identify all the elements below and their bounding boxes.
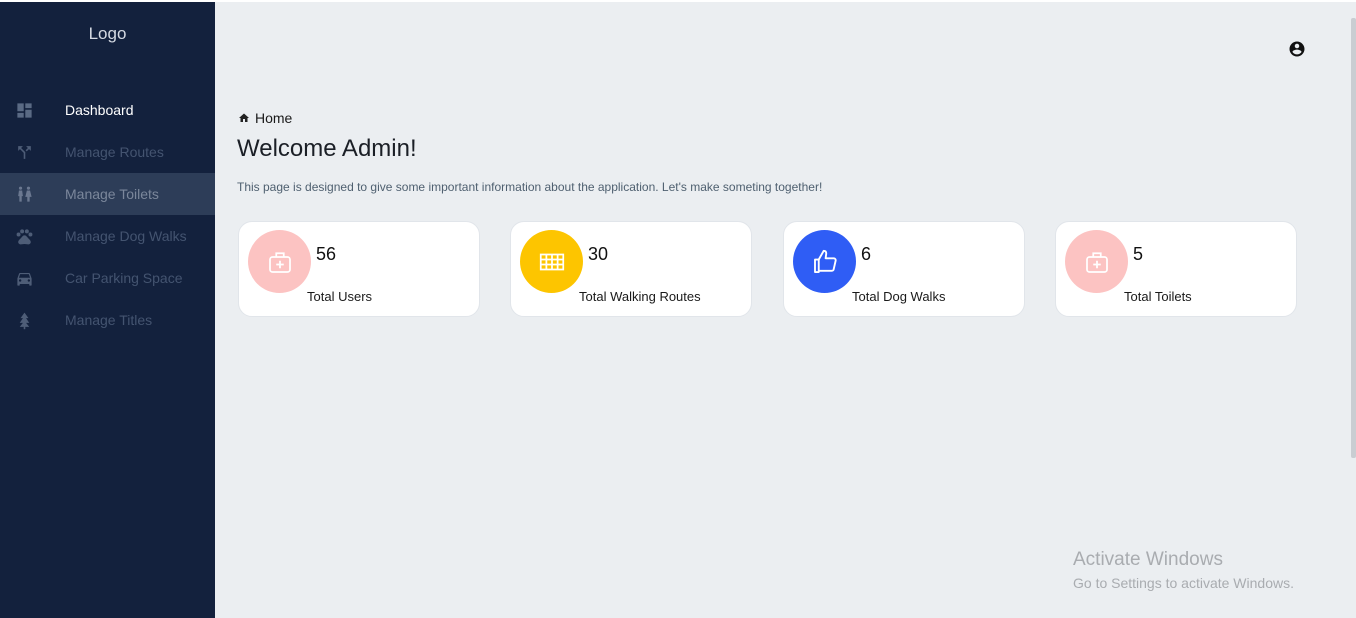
scrollbar[interactable] <box>1351 18 1356 458</box>
breadcrumb-home[interactable]: Home <box>255 110 292 126</box>
stat-label: Total Walking Routes <box>579 289 701 304</box>
thumbs-up-icon <box>793 230 856 293</box>
tree-icon <box>0 311 50 330</box>
dashboard-icon <box>0 101 50 120</box>
medical-kit-icon <box>248 230 311 293</box>
stat-value: 56 <box>316 244 337 264</box>
page-title: Welcome Admin! <box>237 135 417 162</box>
breadcrumb: Home <box>238 110 292 126</box>
stat-label: Total Toilets <box>1124 289 1192 304</box>
sidebar-item-manage-dog-walks[interactable]: Manage Dog Walks <box>0 215 215 257</box>
grid-table-icon <box>520 230 583 293</box>
stat-label: Total Dog Walks <box>852 289 946 304</box>
routes-icon <box>0 143 50 162</box>
watermark-subtitle: Go to Settings to activate Windows. <box>1073 575 1294 591</box>
sidebar-item-manage-routes[interactable]: Manage Routes <box>0 131 215 173</box>
stat-label: Total Users <box>307 289 373 304</box>
account-circle-icon[interactable] <box>1288 40 1306 58</box>
page-description: This page is designed to give some impor… <box>237 180 823 194</box>
windows-activation-watermark: Activate Windows Go to Settings to activ… <box>1073 549 1294 591</box>
sidebar-item-label: Dashboard <box>65 102 134 118</box>
main-content: Home Welcome Admin! This page is designe… <box>215 2 1356 618</box>
stat-card-total-walking-routes[interactable]: 30 Total Walking Routes <box>510 221 752 317</box>
toilet-icon <box>0 185 50 204</box>
stat-card-total-dog-walks[interactable]: 6 Total Dog Walks <box>783 221 1025 317</box>
stat-card-total-toilets[interactable]: 5 Total Toilets <box>1055 221 1297 317</box>
watermark-title: Activate Windows <box>1073 549 1223 570</box>
sidebar-item-label: Manage Dog Walks <box>65 228 187 244</box>
sidebar-item-label: Manage Titles <box>65 312 153 328</box>
home-icon[interactable] <box>238 112 250 124</box>
sidebar-item-label: Manage Toilets <box>65 186 159 202</box>
paw-icon <box>0 227 50 246</box>
sidebar-item-car-parking-space[interactable]: Car Parking Space <box>0 257 215 299</box>
stat-value: 5 <box>1133 244 1144 264</box>
sidebar: Logo Dashboard Manage Routes Manage Toil… <box>0 2 215 618</box>
stat-card-total-users[interactable]: 56 Total Users <box>238 221 480 317</box>
sidebar-item-manage-toilets[interactable]: Manage Toilets <box>0 173 215 215</box>
sidebar-item-label: Manage Routes <box>65 144 164 160</box>
sidebar-item-manage-titles[interactable]: Manage Titles <box>0 299 215 341</box>
medical-kit-icon <box>1065 230 1128 293</box>
stat-value: 6 <box>861 244 872 264</box>
car-icon <box>0 269 50 288</box>
sidebar-item-dashboard[interactable]: Dashboard <box>0 89 215 131</box>
logo[interactable]: Logo <box>0 24 215 44</box>
sidebar-nav: Dashboard Manage Routes Manage Toilets M… <box>0 89 215 341</box>
stat-value: 30 <box>588 244 609 264</box>
sidebar-item-label: Car Parking Space <box>65 270 183 286</box>
app-window: Logo Dashboard Manage Routes Manage Toil… <box>0 2 1356 618</box>
